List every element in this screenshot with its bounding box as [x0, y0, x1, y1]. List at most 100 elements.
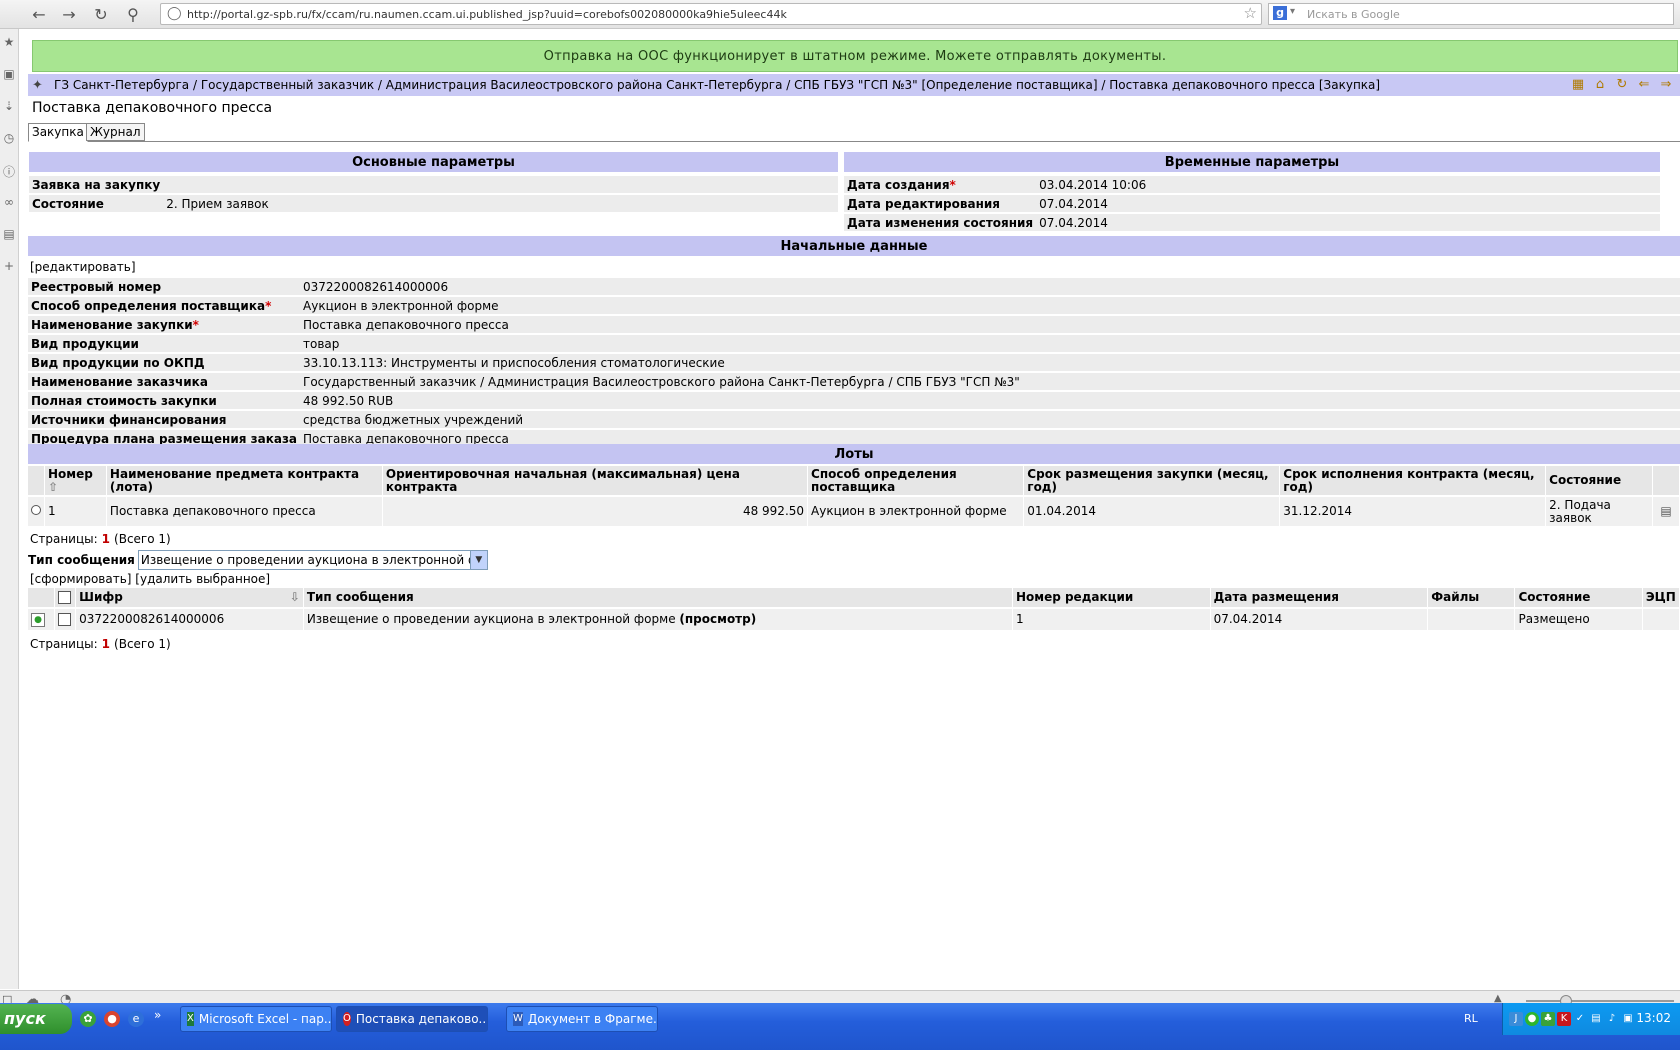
tray-clover-icon[interactable]: ♣	[1541, 1012, 1555, 1026]
address-bar[interactable]: ◯ ☆	[160, 3, 1262, 25]
tray-antivirus-icon[interactable]: K	[1557, 1012, 1571, 1026]
google-icon[interactable]: g	[1273, 6, 1287, 20]
view-link[interactable]: (просмотр)	[679, 612, 756, 626]
more-chevron-icon[interactable]: »	[154, 1008, 161, 1022]
message-state: Размещено	[1514, 607, 1643, 630]
forward-icon[interactable]: ⇒	[1658, 77, 1674, 93]
table-row: Дата создания* 03.04.2014 10:06	[844, 176, 1660, 195]
site-info-icon[interactable]: ◯	[167, 6, 182, 21]
ie-icon[interactable]: e	[128, 1011, 144, 1027]
tab-journal[interactable]: Журнал	[86, 123, 145, 141]
star-icon[interactable]: ★	[2, 35, 16, 49]
bookmark-star-icon[interactable]: ☆	[1244, 4, 1257, 22]
table-row: Вид продукции товар	[28, 334, 1680, 354]
info-icon[interactable]: ⓘ	[2, 163, 16, 179]
key-icon[interactable]: ⚲	[122, 4, 144, 24]
folder-icon[interactable]: ▦	[1570, 77, 1586, 93]
select-column-header	[28, 466, 45, 496]
document-icon[interactable]: ▤	[1652, 495, 1680, 526]
column-header[interactable]: Файлы	[1427, 588, 1516, 608]
field-label: Состояние	[29, 194, 164, 214]
column-header[interactable]: Тип сообщения	[303, 588, 1013, 608]
column-header[interactable]: Наименование предмета контракта (лота)	[106, 466, 383, 496]
table-row: Дата редактирования 07.04.2014	[844, 194, 1660, 214]
column-header[interactable]: Способ определения поставщика	[807, 466, 1025, 496]
notes-icon[interactable]: ▤	[2, 227, 16, 241]
quick-launch-icon[interactable]: ✿	[80, 1011, 96, 1027]
required-marker: *	[192, 317, 199, 332]
column-header[interactable]: ЭЦП	[1642, 588, 1680, 608]
link-icon[interactable]: ∞	[2, 195, 16, 209]
pages-total: (Всего 1)	[114, 532, 171, 546]
field-label: Вид продукции	[28, 334, 301, 354]
message-code: 0372200082614000006	[75, 607, 304, 630]
zoom-slider-track[interactable]	[1526, 1000, 1674, 1002]
tab-purchase[interactable]: Закупка	[28, 123, 88, 142]
select-all-checkbox[interactable]	[54, 588, 77, 608]
column-header[interactable]: Состояние	[1514, 588, 1643, 608]
tray-status-icon[interactable]: ●	[1525, 1012, 1539, 1026]
field-value: 2. Прием заявок	[163, 194, 838, 214]
task-opera[interactable]: O Поставка депаково...	[336, 1006, 488, 1032]
column-header-code[interactable]: Шифр ⇩	[75, 588, 304, 608]
column-header[interactable]: Ориентировочная начальная (максимальная)…	[382, 466, 809, 496]
column-header[interactable]: Срок размещения закупки (месяц, год)	[1023, 466, 1281, 496]
search-bar[interactable]: g ▾	[1268, 3, 1674, 25]
initial-data-header: Начальные данные	[28, 236, 1680, 256]
field-label: Реестровый номер	[28, 278, 301, 297]
start-button[interactable]: пуск	[0, 1004, 72, 1034]
lots-header: Лоты	[28, 444, 1680, 464]
row-checkbox[interactable]	[54, 607, 77, 630]
message-type-label: Тип сообщения	[28, 553, 135, 567]
table-row: Полная стоимость закупки 48 992.50 RUB	[28, 391, 1680, 411]
home-icon[interactable]: ⌂	[1592, 77, 1608, 93]
network-icon[interactable]: ▤	[1589, 1012, 1603, 1026]
message-actions[interactable]: [сформировать] [удалить выбранное]	[30, 572, 270, 586]
download-icon[interactable]: ⇣	[2, 99, 16, 113]
display-icon[interactable]: ▣	[1621, 1012, 1635, 1026]
tray-app-icon[interactable]: J	[1509, 1012, 1523, 1026]
refresh-icon[interactable]: ↻	[1614, 77, 1630, 93]
breadcrumb-text[interactable]: ГЗ Санкт-Петербурга / Государственный за…	[54, 78, 1380, 92]
message-type-select[interactable]: Извещение о проведении аукциона в электр…	[137, 550, 488, 570]
chrome-icon[interactable]: ●	[104, 1011, 120, 1027]
history-icon[interactable]: ◷	[2, 131, 16, 145]
task-excel[interactable]: X Microsoft Excel - пар...	[180, 1006, 332, 1032]
back-icon[interactable]: ⇐	[1636, 77, 1652, 93]
chevron-down-icon[interactable]: ▼	[469, 551, 487, 569]
column-header[interactable]: Состояние	[1545, 466, 1653, 496]
tray-checkmark-icon[interactable]: ✓	[1573, 1012, 1587, 1026]
chat-icon[interactable]: ▣	[2, 67, 16, 81]
table-row: Заявка на закупку	[29, 176, 838, 195]
browser-sidebar: ★ ▣ ⇣ ◷ ⓘ ∞ ▤ +	[0, 29, 19, 989]
chevron-down-icon[interactable]: ▾	[1290, 6, 1295, 17]
plus-icon[interactable]: +	[2, 259, 16, 273]
table-row: Дата изменения состояния 07.04.2014	[844, 213, 1660, 233]
task-word[interactable]: W Документ в Фрагме...	[506, 1006, 658, 1032]
page-link[interactable]: 1	[102, 637, 110, 651]
column-header-number[interactable]: Номер ⇧	[44, 466, 107, 496]
lot-name: Поставка депаковочного пресса	[106, 495, 383, 526]
pages-label: Страницы:	[30, 532, 98, 546]
url-input[interactable]	[185, 5, 1229, 23]
time-params-title: Временные параметры	[1164, 154, 1340, 170]
word-icon: W	[513, 1012, 523, 1026]
forward-arrow-icon[interactable]: →	[58, 4, 80, 24]
column-header[interactable]: Дата размещения	[1210, 588, 1429, 608]
column-header[interactable]: Срок исполнения контракта (месяц, год)	[1279, 466, 1547, 496]
table-row[interactable]: ● 0372200082614000006 Извещение о провед…	[28, 607, 1680, 630]
page-link[interactable]: 1	[102, 532, 110, 546]
initial-data-title: Начальные данные	[780, 238, 928, 254]
message-status-icon[interactable]: ●	[28, 607, 56, 630]
row-select-radio[interactable]	[28, 495, 45, 526]
back-arrow-icon[interactable]: ←	[28, 4, 50, 24]
table-row[interactable]: 1 Поставка депаковочного пресса 48 992.5…	[28, 495, 1680, 526]
reload-icon[interactable]: ↻	[90, 4, 112, 24]
volume-icon[interactable]: ♪	[1605, 1012, 1619, 1026]
column-header[interactable]: Номер редакции	[1012, 588, 1211, 608]
edit-link[interactable]: [редактировать]	[30, 260, 136, 274]
language-indicator[interactable]: RL	[1464, 1012, 1478, 1025]
main-params-title: Основные параметры	[352, 154, 515, 170]
search-input[interactable]	[1305, 5, 1669, 23]
lot-placement: 01.04.2014	[1023, 495, 1281, 526]
